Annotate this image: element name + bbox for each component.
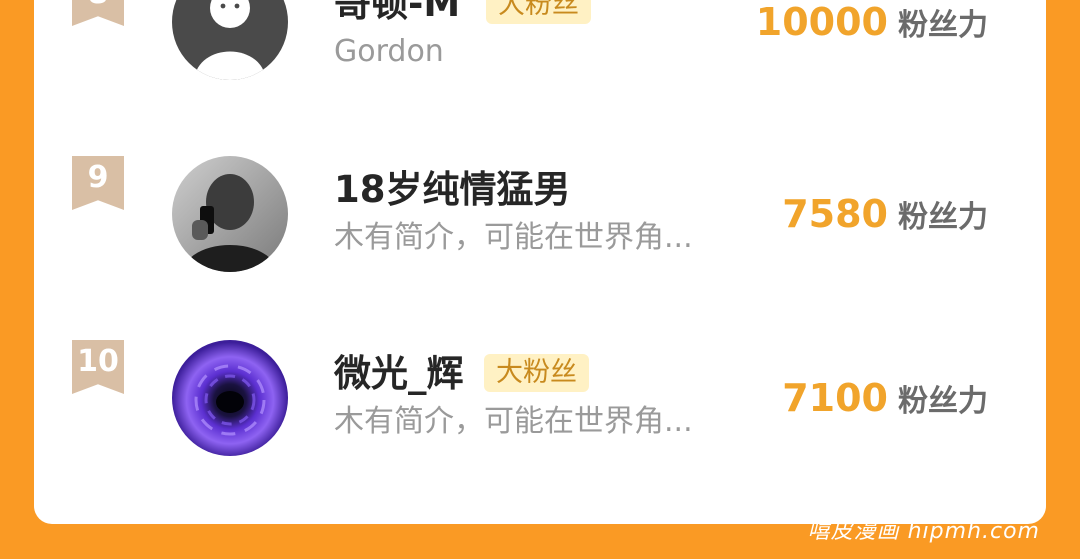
user-name[interactable]: 微光_辉	[334, 352, 464, 396]
fan-power-unit: 粉丝力	[898, 200, 988, 235]
ranking-row-10[interactable]: 10 微光_辉 大粉丝 木有简介，可能在世界角... 7100 粉丝力	[34, 340, 1046, 490]
fan-power-value: 7580	[782, 192, 888, 236]
avatar[interactable]	[172, 156, 288, 272]
fan-power-value: 10000	[755, 0, 888, 44]
user-name[interactable]: 18岁纯情猛男	[334, 168, 571, 212]
watermark: 嘻皮漫画 hipmh.com	[807, 519, 1040, 544]
rank-number: 8	[88, 0, 109, 11]
user-bio: 木有简介，可能在世界角...	[334, 404, 693, 439]
fan-power-value: 7100	[782, 376, 888, 420]
fan-power-unit: 粉丝力	[898, 384, 988, 419]
rank-number: 10	[77, 344, 119, 379]
fan-power-score: 10000 粉丝力	[756, 0, 988, 52]
fan-power-score: 7580 粉丝力	[782, 192, 988, 244]
vortex-avatar-icon	[172, 340, 288, 456]
rank-ribbon: 9	[72, 156, 124, 210]
default-person-avatar-icon	[172, 0, 288, 80]
rank-ribbon: 8	[72, 0, 124, 26]
ranking-row-8[interactable]: 8 哥顿-M 大粉丝 Gordon 10000 粉丝力	[34, 0, 1046, 114]
user-bio: Gordon	[334, 34, 444, 69]
avatar[interactable]	[172, 0, 288, 80]
avatar[interactable]	[172, 340, 288, 456]
fan-power-unit: 粉丝力	[898, 8, 988, 43]
rank-ribbon: 10	[72, 340, 124, 394]
user-bio: 木有简介，可能在世界角...	[334, 220, 693, 255]
ranking-row-9[interactable]: 9 18岁纯情猛男 木有简介，可能在世界角... 7580 粉丝力	[34, 156, 1046, 306]
fan-badge: 大粉丝	[486, 0, 591, 24]
rank-number: 9	[87, 160, 109, 195]
ranking-card: 8 哥顿-M 大粉丝 Gordon 10000 粉丝力 9	[34, 0, 1046, 524]
fan-power-score: 7100 粉丝力	[782, 376, 988, 428]
user-name[interactable]: 哥顿-M	[334, 0, 460, 26]
fan-badge: 大粉丝	[484, 354, 589, 392]
photo-avatar-icon	[172, 156, 288, 272]
